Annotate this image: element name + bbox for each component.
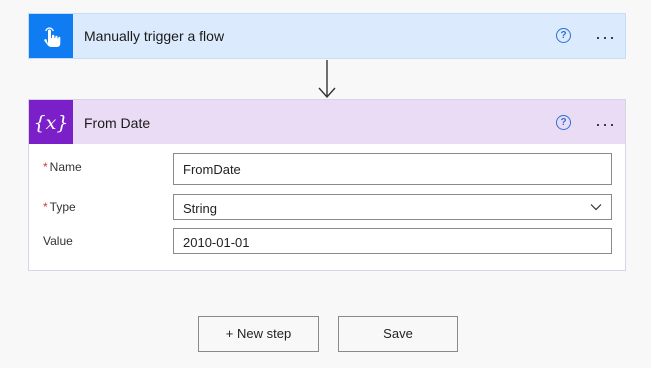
value-label: Value: [43, 234, 73, 248]
type-select-value: String: [183, 201, 217, 216]
connector-arrow-icon: [318, 60, 336, 99]
type-select[interactable]: String: [173, 194, 612, 220]
trigger-card[interactable]: Manually trigger a flow ? ···: [28, 13, 626, 59]
value-input-value: 2010-01-01: [183, 235, 250, 250]
new-step-button[interactable]: + New step: [198, 316, 319, 352]
name-input[interactable]: FromDate: [173, 153, 612, 185]
type-label: * Type: [43, 200, 76, 214]
variable-help-icon[interactable]: ?: [556, 115, 571, 130]
name-input-value: FromDate: [183, 162, 241, 177]
required-mark: *: [43, 160, 48, 174]
variable-card-header[interactable]: {x} From Date ? ···: [29, 100, 625, 144]
save-button[interactable]: Save: [338, 316, 458, 352]
name-label: * Name: [43, 160, 82, 174]
touch-hand-icon: [29, 14, 73, 58]
value-input[interactable]: 2010-01-01: [173, 228, 612, 254]
trigger-title: Manually trigger a flow: [84, 28, 225, 44]
chevron-down-icon: [590, 204, 602, 211]
trigger-more-icon[interactable]: ···: [595, 28, 616, 46]
trigger-help-icon[interactable]: ?: [556, 28, 571, 43]
required-mark: *: [43, 200, 48, 214]
svg-text:{x}: {x}: [34, 112, 69, 134]
variable-icon: {x}: [29, 100, 73, 144]
variable-title: From Date: [84, 115, 151, 131]
variable-card: {x} From Date ? ··· * Name FromDate * Type…: [28, 99, 626, 271]
variable-more-icon[interactable]: ···: [595, 115, 616, 133]
